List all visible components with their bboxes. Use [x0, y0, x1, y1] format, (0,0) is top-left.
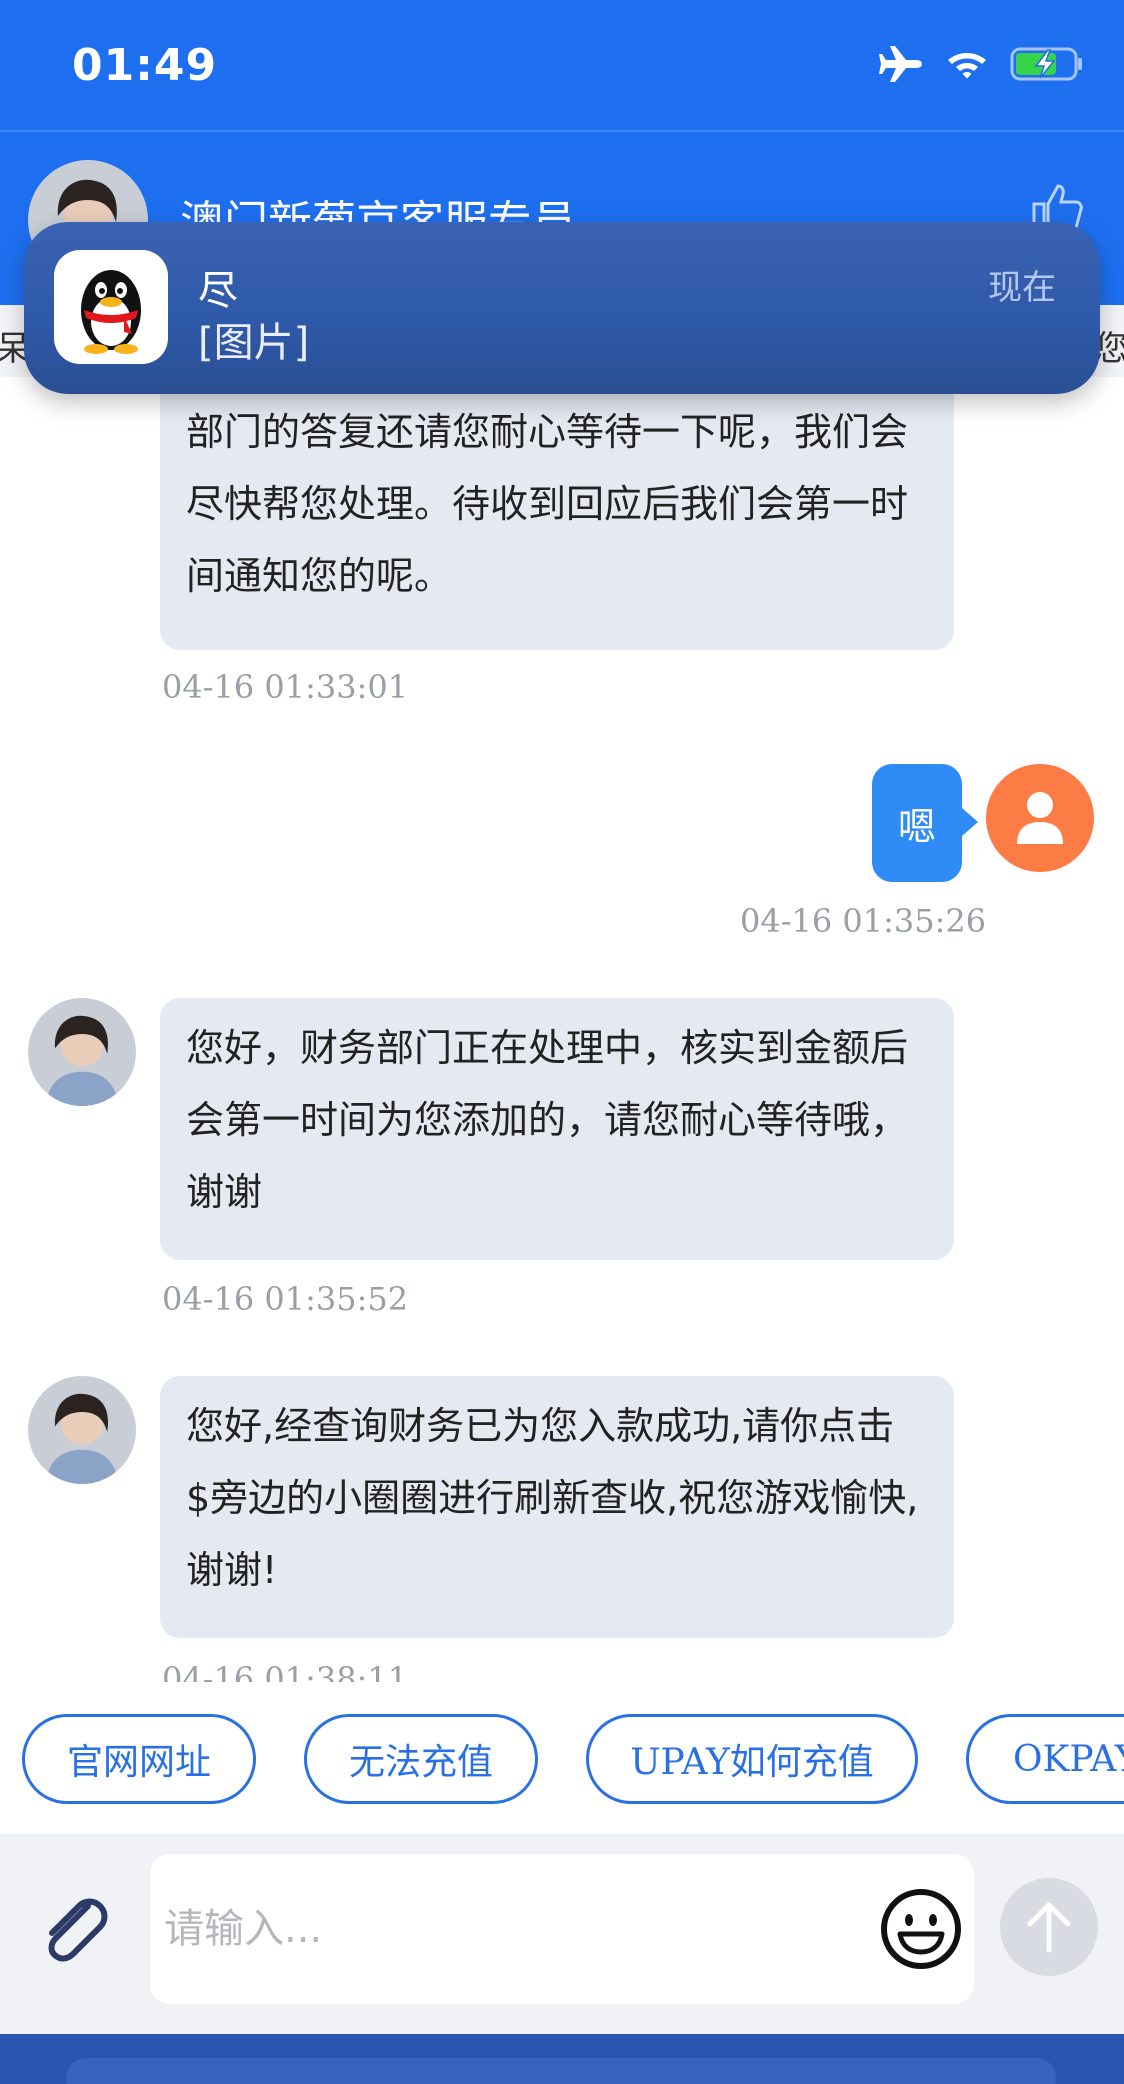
agent-avatar[interactable]: [28, 998, 136, 1106]
status-time: 01:49: [72, 40, 218, 91]
message-timestamp: 04-16 01:35:26: [740, 902, 987, 940]
airplane-icon: [879, 46, 922, 82]
quick-reply-button[interactable]: 官网网址: [22, 1714, 256, 1804]
notification-title: 尽: [198, 268, 238, 314]
message-input-bar: [0, 1834, 1124, 2034]
agent-avatar[interactable]: [28, 1376, 136, 1484]
message-timestamp: 04-16 01:35:52: [162, 1280, 409, 1318]
agent-message-bubble: 您好，财务部门正在处理中，核实到金额后会第一时间为您添加的，请您耐心等待哦，谢谢: [160, 998, 954, 1260]
emoji-icon[interactable]: [878, 1886, 964, 1972]
message-input-box: [150, 1854, 974, 2004]
message-timestamp: 04-16 01:33:01: [162, 668, 409, 706]
address-bar[interactable]: [66, 2058, 1056, 2084]
qq-penguin-icon: [54, 250, 168, 364]
notification-time: 现在: [988, 268, 1056, 308]
battery-charging-icon: [1010, 47, 1082, 81]
message-text: 您好,经查询财务已为您入款成功,请你点击$旁边的小圈圈进行刷新查收,祝您游戏愉快…: [186, 1404, 919, 1592]
push-notification[interactable]: 尽 [图片] 现在: [24, 222, 1100, 394]
send-button[interactable]: [1000, 1878, 1098, 1976]
user-avatar[interactable]: [986, 764, 1094, 872]
message-text: 您好，财务部门正在处理中，核实到金额后会第一时间为您添加的，请您耐心等待哦，谢谢: [186, 1026, 909, 1214]
agent-message-bubble: 您好,经查询财务已为您入款成功,请你点击$旁边的小圈圈进行刷新查收,祝您游戏愉快…: [160, 1376, 954, 1638]
quick-reply-button[interactable]: UPAY如何充值: [586, 1714, 918, 1804]
message-input[interactable]: [164, 1894, 864, 1964]
quick-reply-button[interactable]: OKPAY: [966, 1714, 1124, 1804]
status-icons: [878, 44, 1084, 84]
paperclip-icon[interactable]: [36, 1890, 116, 1970]
message-text: 部门的答复还请您耐心等待一下呢，我们会尽快帮您处理。待收到回应后我们会第一时间通…: [186, 410, 909, 598]
notification-body: [图片]: [198, 320, 310, 366]
user-icon: [1017, 792, 1063, 844]
header-divider: [0, 130, 1124, 132]
user-bubble-tail: [962, 808, 978, 836]
quick-reply-bar: 官网网址 无法充值 UPAY如何充值 OKPAY: [0, 1682, 1124, 1834]
wifi-icon: [948, 53, 986, 79]
user-message-bubble: 嗯: [872, 764, 962, 882]
arrow-up-icon: [1027, 1902, 1071, 1953]
agent-message-bubble: 部门的答复还请您耐心等待一下呢，我们会尽快帮您处理。待收到回应后我们会第一时间通…: [160, 376, 954, 650]
bottom-browser-bar: [0, 2034, 1124, 2084]
message-text: 嗯: [897, 804, 936, 849]
quick-reply-button[interactable]: 无法充值: [304, 1714, 538, 1804]
